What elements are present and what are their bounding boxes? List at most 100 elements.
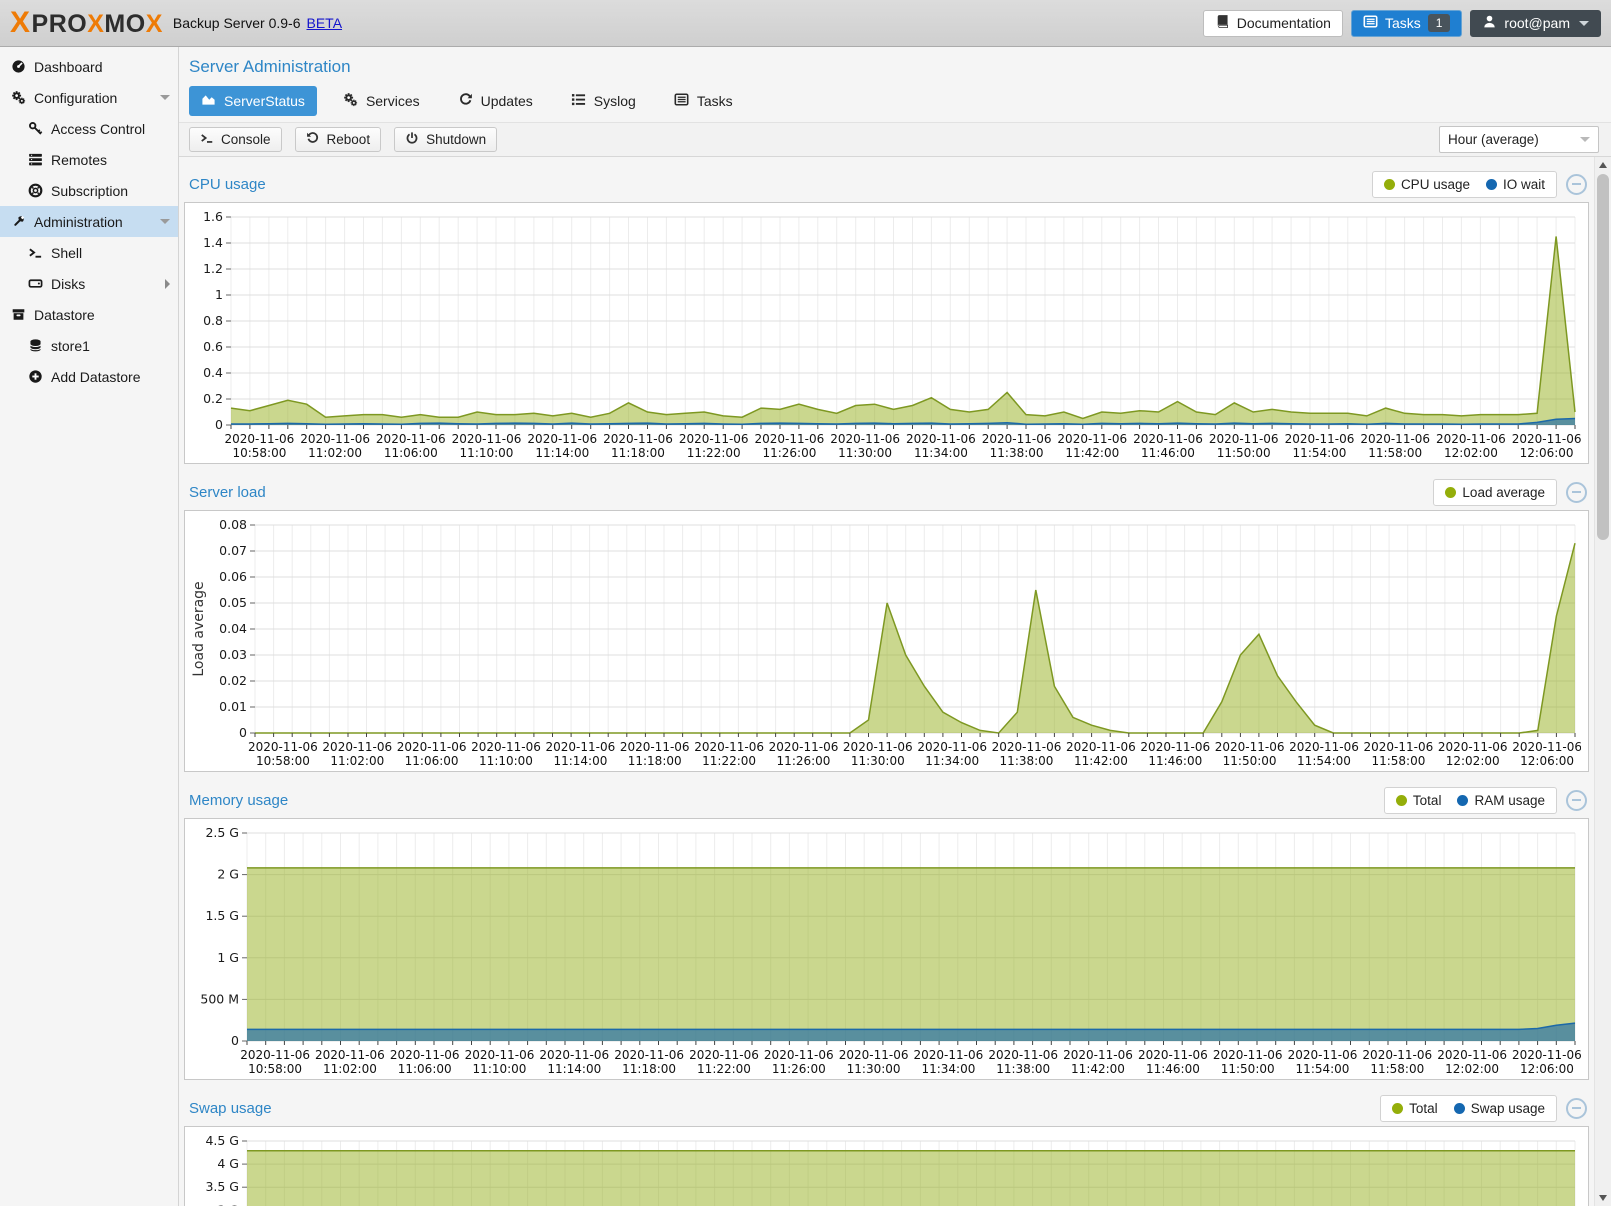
list-alt-icon: [674, 92, 689, 110]
svg-text:2020-11-06: 2020-11-06: [1512, 1048, 1581, 1062]
disk-icon: [27, 276, 43, 291]
sidebar-item-subscription[interactable]: Subscription: [0, 175, 178, 206]
beta-link[interactable]: BETA: [307, 15, 343, 31]
tab-services[interactable]: Services: [331, 86, 432, 116]
svg-text:2020-11-06: 2020-11-06: [240, 1048, 310, 1062]
svg-text:11:58:00: 11:58:00: [1371, 754, 1425, 768]
panel-body: 00.010.020.030.040.050.060.070.082020-11…: [184, 510, 1589, 772]
svg-text:Load average: Load average: [191, 581, 207, 676]
svg-text:11:54:00: 11:54:00: [1293, 446, 1347, 460]
svg-text:11:30:00: 11:30:00: [838, 446, 892, 460]
svg-text:11:14:00: 11:14:00: [553, 754, 607, 768]
svg-text:2020-11-06: 2020-11-06: [1285, 432, 1355, 446]
svg-text:2020-11-06: 2020-11-06: [694, 740, 764, 754]
svg-text:2.5 G: 2.5 G: [205, 825, 239, 840]
sidebar-item-remotes[interactable]: Remotes: [0, 144, 178, 175]
chevron-down-icon[interactable]: [160, 219, 170, 224]
svg-text:0: 0: [239, 725, 247, 740]
svg-text:2020-11-06: 2020-11-06: [988, 1048, 1058, 1062]
svg-text:2020-11-06: 2020-11-06: [755, 432, 825, 446]
svg-text:1.5 G: 1.5 G: [205, 908, 239, 923]
svg-text:2020-11-06: 2020-11-06: [452, 432, 522, 446]
tab-updates[interactable]: Updates: [446, 86, 545, 116]
svg-text:11:02:00: 11:02:00: [330, 754, 384, 768]
tab-label: Tasks: [697, 93, 733, 109]
user-icon: [1482, 14, 1497, 32]
chevron-right-icon[interactable]: [165, 279, 170, 289]
scroll-down-arrow[interactable]: [1595, 1190, 1611, 1206]
sidebar-item-shell[interactable]: Shell: [0, 237, 178, 268]
svg-text:11:06:00: 11:06:00: [398, 1062, 452, 1076]
documentation-label: Documentation: [1237, 15, 1331, 31]
shutdown-button[interactable]: Shutdown: [394, 127, 497, 152]
timeframe-select[interactable]: Hour (average): [1439, 126, 1599, 153]
svg-text:1.2: 1.2: [203, 261, 223, 276]
collapse-panel-button[interactable]: [1566, 1098, 1587, 1119]
svg-text:2020-11-06: 2020-11-06: [1063, 1048, 1133, 1062]
svg-text:500 M: 500 M: [200, 991, 239, 1006]
svg-text:2020-11-06: 2020-11-06: [315, 1048, 385, 1062]
svg-text:2020-11-06: 2020-11-06: [1066, 740, 1136, 754]
svg-text:11:34:00: 11:34:00: [921, 1062, 975, 1076]
panel-title: Server load: [189, 484, 266, 501]
svg-text:11:42:00: 11:42:00: [1065, 446, 1119, 460]
collapse-panel-button[interactable]: [1566, 790, 1587, 811]
tasks-label: Tasks: [1385, 15, 1421, 31]
chart-legend: Total RAM usage: [1384, 787, 1557, 814]
tab-bar: ServerStatus Services Updates Syslog Tasks: [179, 81, 1611, 122]
svg-text:11:50:00: 11:50:00: [1223, 754, 1277, 768]
scroll-up-arrow[interactable]: [1595, 157, 1611, 173]
legend-dot: [1392, 1103, 1403, 1114]
panel-memory-usage: Memory usageTotalRAM usage0500 M1 G1.5 G…: [184, 782, 1589, 1080]
svg-text:1 G: 1 G: [217, 950, 239, 965]
legend-dot: [1486, 179, 1497, 190]
console-label: Console: [221, 132, 271, 147]
undo-icon: [306, 131, 320, 148]
collapse-panel-button[interactable]: [1566, 482, 1587, 503]
database-icon: [27, 338, 43, 353]
svg-text:1.4: 1.4: [203, 235, 223, 250]
legend-dot: [1396, 795, 1407, 806]
sidebar-item-datastore[interactable]: Datastore: [0, 299, 178, 330]
svg-text:2020-11-06: 2020-11-06: [1215, 740, 1285, 754]
book-icon: [1215, 14, 1230, 32]
svg-text:10:58:00: 10:58:00: [248, 1062, 302, 1076]
sidebar-item-label: Subscription: [51, 183, 128, 199]
user-menu-button[interactable]: root@pam: [1470, 10, 1601, 37]
documentation-button[interactable]: Documentation: [1203, 10, 1343, 37]
power-icon: [405, 131, 419, 148]
sidebar-item-dashboard[interactable]: Dashboard: [0, 51, 178, 82]
sidebar-item-disks[interactable]: Disks: [0, 268, 178, 299]
tab-syslog[interactable]: Syslog: [559, 86, 648, 116]
sidebar-item-configuration[interactable]: Configuration: [0, 82, 178, 113]
tab-tasks[interactable]: Tasks: [662, 86, 745, 116]
scrollbar-thumb[interactable]: [1597, 174, 1609, 540]
legend-item: Total: [1396, 793, 1442, 808]
console-button[interactable]: Console: [189, 127, 282, 152]
sidebar-item-access-control[interactable]: Access Control: [0, 113, 178, 144]
svg-text:11:02:00: 11:02:00: [323, 1062, 377, 1076]
sidebar-item-store1[interactable]: store1: [0, 330, 178, 361]
collapse-panel-button[interactable]: [1566, 174, 1587, 195]
sidebar-item-add-datastore[interactable]: Add Datastore: [0, 361, 178, 392]
vertical-scrollbar[interactable]: [1594, 157, 1611, 1206]
svg-text:2020-11-06: 2020-11-06: [614, 1048, 684, 1062]
panel-server-load: Server loadLoad average00.010.020.030.04…: [184, 474, 1589, 772]
sidebar-item-administration[interactable]: Administration: [0, 206, 178, 237]
sidebar-item-label: store1: [51, 338, 90, 354]
svg-text:2020-11-06: 2020-11-06: [471, 740, 541, 754]
svg-text:0.07: 0.07: [219, 543, 247, 558]
svg-text:2020-11-06: 2020-11-06: [982, 432, 1052, 446]
list-icon: [571, 92, 586, 110]
reboot-button[interactable]: Reboot: [295, 127, 382, 152]
tasks-button[interactable]: Tasks 1: [1351, 10, 1462, 37]
tab-serverstatus[interactable]: ServerStatus: [189, 86, 317, 116]
legend-item: RAM usage: [1457, 793, 1545, 808]
chevron-down-icon[interactable]: [160, 95, 170, 100]
svg-text:11:14:00: 11:14:00: [547, 1062, 601, 1076]
plus-circle-icon: [27, 369, 43, 384]
svg-text:11:06:00: 11:06:00: [384, 446, 438, 460]
svg-text:0: 0: [231, 1033, 239, 1048]
lifering-icon: [27, 183, 43, 198]
panel-title: CPU usage: [189, 176, 266, 193]
